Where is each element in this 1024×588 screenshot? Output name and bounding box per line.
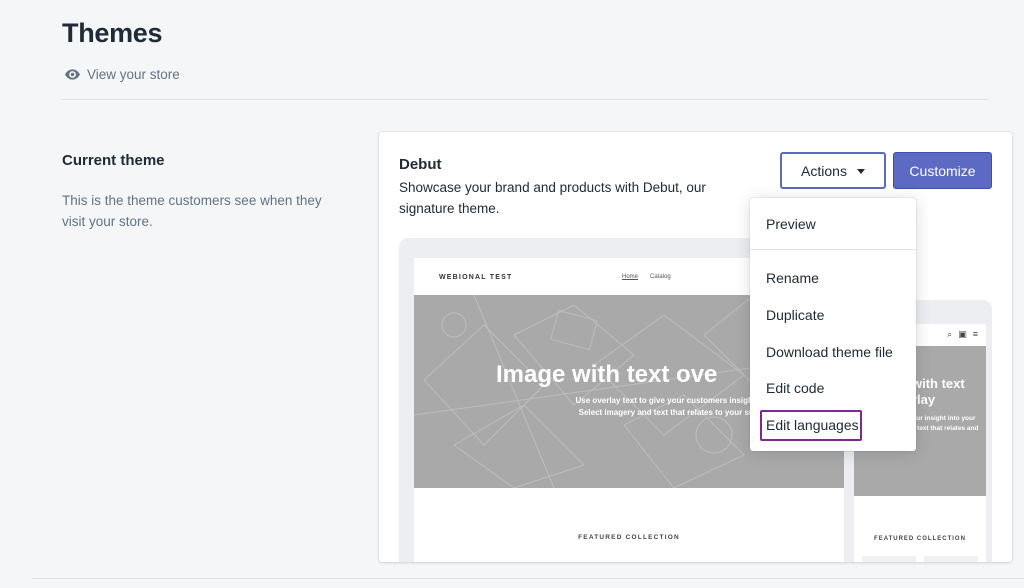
page-title: Themes — [62, 18, 163, 48]
theme-name: Debut — [399, 156, 442, 173]
cart-icon: ▣ — [958, 329, 967, 339]
menu-item-edit-code[interactable]: Edit code — [766, 380, 824, 396]
caret-down-icon — [856, 169, 865, 174]
current-theme-description: This is the theme customers see when the… — [62, 193, 322, 229]
actions-button-label: Actions — [801, 162, 847, 179]
view-store-link[interactable]: View your store — [64, 66, 180, 83]
menu-item-duplicate[interactable]: Duplicate — [766, 307, 824, 323]
mobile-preview-hero-heading: with text rlay — [912, 376, 965, 408]
menu-item-download-theme-file[interactable]: Download theme file — [766, 344, 893, 360]
eye-icon — [65, 69, 80, 80]
menu-icon: ≡ — [972, 329, 978, 339]
actions-button[interactable]: Actions — [780, 152, 886, 189]
mobile-preview-product-tile — [924, 556, 978, 562]
store-preview-logo: WEBIONAL TEST — [439, 274, 513, 281]
header-divider — [62, 99, 988, 100]
store-preview-link-home: Home — [622, 274, 639, 280]
search-icon: ⌕ — [947, 329, 953, 339]
current-theme-card: Debut Showcase your brand and products w… — [379, 132, 1012, 562]
view-store-label: View your store — [87, 67, 180, 82]
mobile-heading-line-1: with text — [912, 376, 965, 391]
mobile-heading-line-2: rlay — [912, 392, 936, 407]
store-preview-featured-label: FEATURED COLLECTION — [578, 534, 680, 541]
menu-item-preview[interactable]: Preview — [766, 216, 816, 232]
theme-description: Showcase your brand and products with De… — [399, 180, 706, 216]
mobile-preview-featured-label: FEATURED COLLECTION — [874, 536, 966, 542]
current-theme-title: Current theme — [62, 152, 165, 169]
actions-dropdown-menu: Preview Rename Duplicate Download theme … — [750, 198, 916, 451]
menu-separator — [750, 249, 916, 250]
menu-item-rename[interactable]: Rename — [766, 270, 819, 286]
customize-button[interactable]: Customize — [893, 152, 992, 189]
mobile-preview-nav-icons: ⌕ ▣ ≡ — [947, 329, 978, 340]
mobile-preview-product-tile — [862, 556, 916, 562]
store-preview-link-catalog: Catalog — [650, 274, 671, 280]
menu-item-edit-languages[interactable]: Edit languages — [766, 417, 859, 433]
footer-divider — [32, 578, 1024, 579]
